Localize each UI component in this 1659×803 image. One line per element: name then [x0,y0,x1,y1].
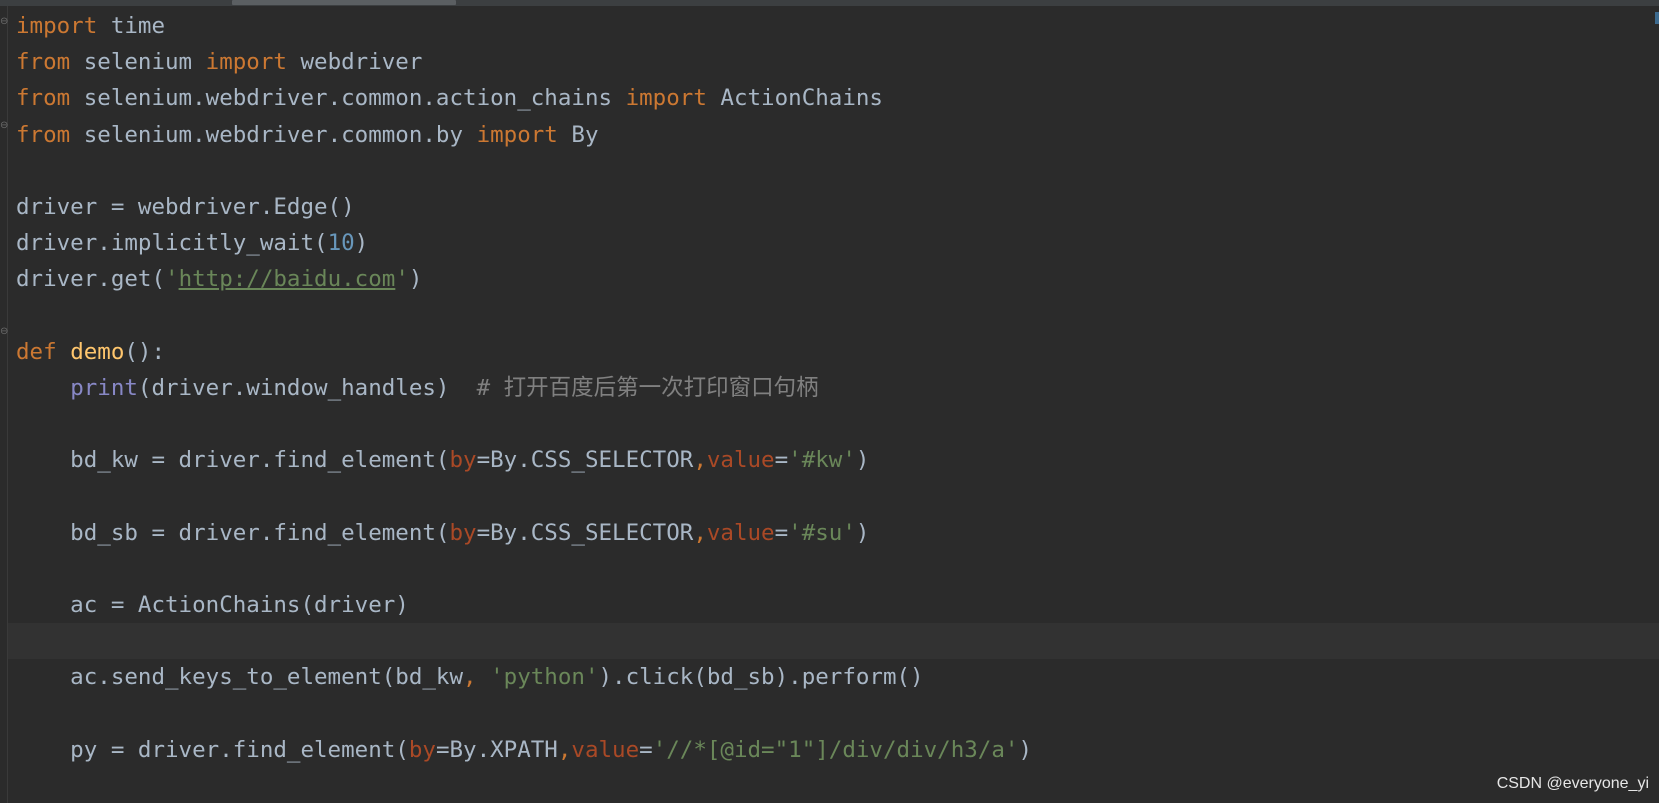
code-line[interactable]: def demo(): [16,334,1032,370]
identifier-token: ac = ActionChains(driver) [16,592,409,618]
identifier-token [477,664,491,690]
code-line[interactable] [16,623,1032,659]
identifier-token: ) [855,519,870,546]
identifier-token: By [557,121,599,148]
parameter-token: by [449,519,477,546]
builtin-token: print [70,374,138,401]
code-line[interactable]: import time [16,8,1032,44]
identifier-token: time [97,13,166,39]
identifier-token: driver = webdriver.Edge() [16,193,355,220]
identifier-token: = [774,519,789,546]
identifier-token: = [774,447,789,474]
code-line[interactable] [16,696,1032,732]
code-line[interactable]: from selenium.webdriver.common.action_ch… [16,80,1032,116]
code-line[interactable] [16,298,1032,334]
identifier-token: ).click(bd_sb).perform() [598,664,924,691]
code-editor[interactable]: ⊖ ⊖ ⊖ import time from selenium import we… [0,0,1659,803]
comment-token: # 打开百度后第一次打印窗口句柄 [476,374,819,401]
identifier-token: (driver.window_handles) [137,374,477,401]
code-line[interactable]: driver.implicitly_wait(10) [16,225,1032,261]
string-token: 'python' [490,664,599,691]
code-line[interactable] [16,406,1032,442]
code-line[interactable]: py = driver.find_element(by=By.XPATH,val… [16,732,1032,768]
keyword-token: import [476,121,558,148]
identifier-token: ) [408,266,423,293]
identifier-token: =By.CSS_SELECTOR [476,519,694,546]
number-token: 10 [327,230,355,257]
code-line[interactable] [16,153,1032,189]
identifier-token [57,339,71,365]
parameter-token: by [449,447,477,474]
identifier-token: ac.send_keys_to_element(bd_kw [16,664,464,691]
parameter-token: value [571,736,640,763]
keyword-token: from [16,85,71,112]
keyword-token: import [16,13,98,39]
identifier-token: ActionChains [706,85,883,112]
code-line[interactable]: ac = ActionChains(driver) [16,587,1032,623]
identifier-token: =By.CSS_SELECTOR [476,447,694,474]
string-token: ' [395,266,409,293]
keyword-token: from [16,121,71,148]
identifier-token: ) [354,230,369,257]
url-token: http://baidu.com [178,266,396,293]
identifier-token: driver.implicitly_wait( [16,230,328,257]
code-line[interactable]: print(driver.window_handles) # 打开百度后第一次打… [16,370,1032,406]
comma-token: , [557,736,572,763]
code-line[interactable] [16,551,1032,587]
function-name-token: demo [70,338,125,365]
identifier-token: selenium.webdriver.common.by [70,121,477,148]
keyword-token: def [16,338,57,365]
code-text-area[interactable]: import time from selenium import webdrive… [16,8,1032,768]
identifier-token: =By.XPATH [435,736,558,763]
identifier-token [16,375,70,401]
identifier-token: driver.get( [16,266,166,293]
identifier-token: (): [124,338,166,365]
comma-token: , [693,447,707,474]
parameter-token: value [706,447,775,474]
fold-marker-icon[interactable]: ⊖ [0,119,9,133]
code-line[interactable]: bd_kw = driver.find_element(by=By.CSS_SE… [16,442,1032,478]
string-token: '#su' [788,519,856,546]
error-stripe-marker[interactable] [1655,12,1659,24]
code-line[interactable]: ac.send_keys_to_element(bd_kw, 'python')… [16,659,1032,695]
code-line[interactable]: driver = webdriver.Edge() [16,189,1032,225]
keyword-token: import [205,49,287,76]
code-line[interactable]: bd_sb = driver.find_element(by=By.CSS_SE… [16,515,1032,551]
keyword-token: import [625,85,707,112]
identifier-token: bd_sb = driver.find_element( [16,519,450,546]
identifier-token: = [639,736,653,763]
code-line[interactable]: from selenium import webdriver [16,44,1032,80]
identifier-token: webdriver [286,49,423,76]
identifier-token: ) [855,447,870,474]
fold-marker-icon[interactable]: ⊖ [0,15,9,29]
string-token: ' [165,266,179,293]
fold-marker-icon[interactable]: ⊖ [0,325,9,339]
code-line[interactable] [16,478,1032,514]
code-line[interactable]: driver.get('http://baidu.com') [16,261,1032,297]
identifier-token: selenium [70,49,206,76]
identifier-token: selenium.webdriver.common.action_chains [70,85,626,112]
comma-token: , [693,519,707,546]
parameter-token: value [706,519,775,546]
keyword-token: from [16,49,71,76]
string-token: '//*[@id="1"]/div/div/h3/a' [652,736,1019,763]
identifier-token: ) [1018,736,1032,763]
horizontal-scrollbar[interactable] [0,0,1659,6]
identifier-token: bd_kw = driver.find_element( [16,447,450,474]
scrollbar-thumb[interactable] [232,0,456,5]
code-line[interactable]: from selenium.webdriver.common.by import… [16,117,1032,153]
watermark: CSDN @everyone_yi [1496,775,1649,792]
comma-token: , [463,664,477,691]
parameter-token: by [408,736,436,763]
identifier-token: py = driver.find_element( [16,736,409,763]
string-token: '#kw' [788,447,856,474]
